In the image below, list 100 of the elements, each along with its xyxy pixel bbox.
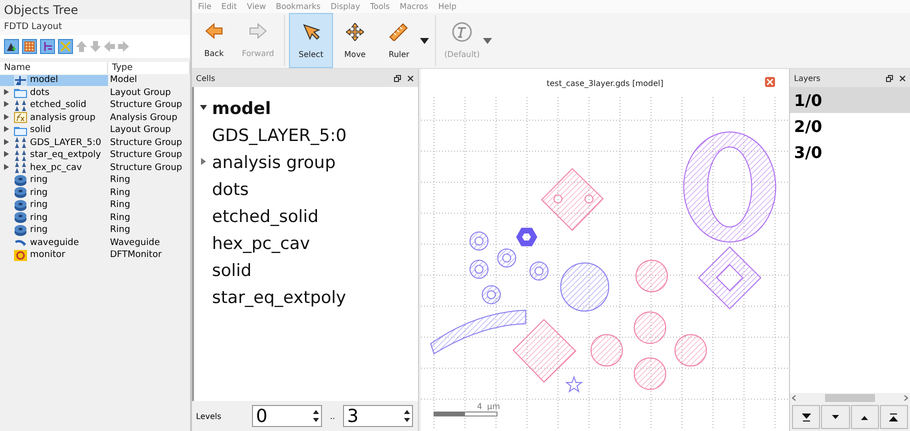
- down-triangle-icon: [830, 412, 840, 422]
- collapsed-arrow-icon[interactable]: [200, 158, 207, 164]
- tree-item[interactable]: solid: [0, 124, 108, 136]
- scrollbar-thumb[interactable]: [825, 394, 875, 402]
- scroll-left-icon[interactable]: [792, 395, 796, 401]
- undock-icon[interactable]: [886, 74, 893, 82]
- cell-item[interactable]: solid: [212, 260, 252, 280]
- port-icon: [42, 41, 53, 52]
- triangle-plus-icon: [6, 41, 17, 52]
- tree-item[interactable]: analysis group: [0, 112, 108, 124]
- move-to-bottom-button[interactable]: [792, 405, 820, 429]
- view-title: test_case_3layer.gds [model]: [546, 78, 664, 88]
- type-cell-text: Analysis Group: [109, 112, 178, 123]
- tree-item[interactable]: model: [0, 74, 108, 86]
- cell-item[interactable]: model: [212, 98, 271, 118]
- tree-item[interactable]: star_eq_extpoly: [0, 150, 108, 161]
- column-header[interactable]: Name: [0, 62, 108, 74]
- type-cell-text: Structure Group: [109, 150, 184, 160]
- move-down-button[interactable]: [821, 405, 850, 429]
- type-cell-text: Ring: [109, 212, 132, 223]
- column-header[interactable]: Type: [108, 62, 190, 74]
- range-separator: ..: [330, 412, 336, 420]
- type-cell-text: Structure Group: [109, 100, 184, 110]
- tree-item[interactable]: ring: [0, 212, 108, 224]
- monitor-icon: [14, 250, 27, 261]
- folder-icon: [14, 87, 27, 98]
- scale-bar: [434, 412, 498, 416]
- close-button[interactable]: [765, 77, 775, 87]
- dropdown-caret-icon: [483, 38, 492, 44]
- toolbar-button[interactable]: Ruler: [377, 13, 431, 68]
- close-icon[interactable]: [899, 74, 906, 82]
- arrow-to-bottom-icon: [802, 412, 811, 422]
- cell-item[interactable]: hex_pc_cav: [212, 234, 310, 254]
- type-cell-text: Structure Group: [109, 138, 184, 148]
- cell-item[interactable]: dots: [212, 180, 249, 200]
- structure-group-icon: [14, 150, 27, 161]
- level-to-spinbox[interactable]: 3: [343, 405, 414, 427]
- cell-item[interactable]: star_eq_extpoly: [212, 288, 346, 308]
- toolbar-button[interactable]: Select: [289, 13, 333, 68]
- ring-icon: [14, 224, 27, 236]
- cross-icon: [60, 41, 71, 52]
- arrow-to-top-icon: [889, 412, 898, 422]
- level-from-spinbox[interactable]: 0: [252, 405, 322, 427]
- toolbar-button[interactable]: Move: [333, 13, 377, 68]
- tree-item[interactable]: GDS_LAYER_5:0: [0, 137, 108, 148]
- move-up-button[interactable]: [850, 405, 879, 429]
- scroll-right-icon[interactable]: [904, 395, 908, 401]
- folder-icon: [14, 124, 27, 136]
- spin-up-icon[interactable]: [313, 410, 319, 414]
- cell-item[interactable]: etched_solid: [212, 206, 318, 226]
- undock-icon[interactable]: [394, 74, 401, 82]
- tree-item[interactable]: ring: [0, 187, 108, 198]
- type-cell-text: Ring: [109, 225, 132, 236]
- ruler-icon: [389, 22, 409, 40]
- spin-down-icon[interactable]: [313, 418, 319, 422]
- type-cell-text: Structure Group: [109, 162, 184, 173]
- add-port-button[interactable]: [40, 39, 55, 54]
- model-icon: [14, 74, 27, 86]
- move-arrows-icon: [346, 22, 364, 40]
- ring-icon: [14, 200, 27, 211]
- menu-item[interactable]: Tools: [370, 2, 390, 11]
- type-cell-text: Layout Group: [109, 125, 172, 136]
- menu-item[interactable]: Macros: [400, 2, 428, 11]
- layer-item[interactable]: 1/0: [790, 87, 910, 113]
- waveguide-icon: [14, 237, 27, 248]
- cell-item[interactable]: GDS_LAYER_5:0: [212, 126, 347, 146]
- levels-label: Levels: [196, 412, 222, 420]
- move-to-top-button[interactable]: [880, 405, 908, 429]
- cell-item[interactable]: analysis group: [212, 152, 336, 172]
- tree-item[interactable]: hex_pc_cav: [0, 162, 108, 174]
- type-cell-text: Ring: [109, 188, 132, 198]
- toolbar-button[interactable]: Back: [192, 13, 236, 68]
- add-structure-button[interactable]: [4, 39, 19, 54]
- tree-item[interactable]: etched_solid: [0, 100, 108, 111]
- panel-title: Layers: [794, 74, 820, 82]
- type-cell-text: Ring: [109, 200, 132, 210]
- tree-item[interactable]: monitor: [0, 250, 108, 261]
- structure-group-icon: [14, 162, 27, 174]
- cursor-icon: [302, 22, 320, 40]
- close-icon[interactable]: [407, 74, 414, 82]
- type-cell-text: Waveguide: [109, 238, 161, 248]
- tree-item[interactable]: ring: [0, 200, 108, 211]
- panel-title: Cells: [196, 74, 216, 82]
- grid-icon: [24, 41, 35, 52]
- tree-item[interactable]: ring: [0, 174, 108, 186]
- left-arrow-icon: [205, 23, 223, 39]
- scale-label: 4 µm: [477, 402, 500, 411]
- text-style-icon: [452, 22, 472, 42]
- ring-icon: [14, 187, 27, 198]
- tree-item[interactable]: ring: [0, 224, 108, 236]
- type-cell-text: DFTMonitor: [109, 250, 163, 260]
- layer-item[interactable]: 3/0: [790, 139, 910, 165]
- layer-item[interactable]: 2/0: [790, 113, 910, 139]
- spin-up-icon[interactable]: [404, 410, 410, 414]
- tree-item[interactable]: dots: [0, 87, 108, 98]
- expanded-arrow-icon[interactable]: [200, 104, 207, 110]
- structure-group-icon: [14, 100, 27, 111]
- tree-item[interactable]: waveguide: [0, 237, 108, 248]
- type-cell-text: Layout Group: [109, 88, 172, 98]
- spin-down-icon[interactable]: [404, 418, 410, 422]
